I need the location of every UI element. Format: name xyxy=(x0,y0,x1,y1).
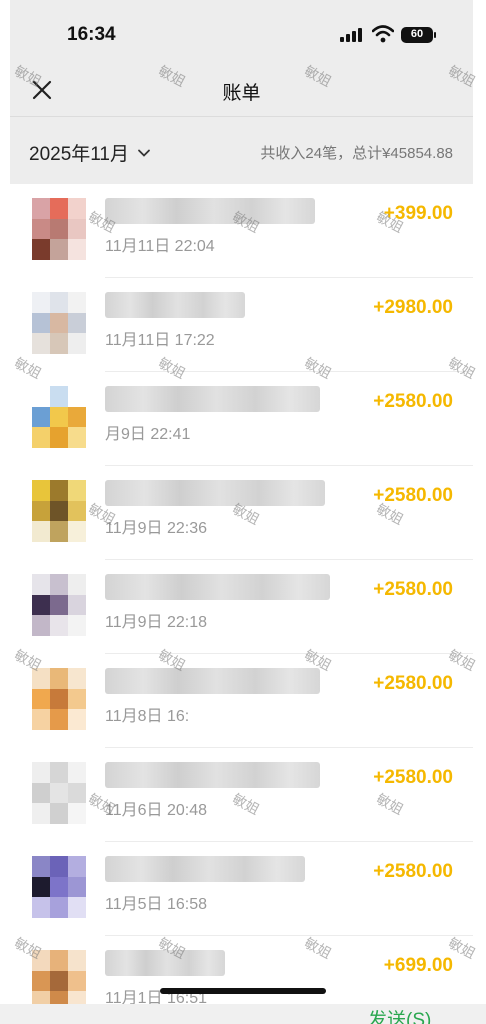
transaction-date: 11月8日 16: xyxy=(105,708,190,725)
battery-tip xyxy=(434,32,436,38)
blurred-title xyxy=(105,574,330,600)
transaction-date: 11月11日 17:22 xyxy=(105,332,215,349)
transaction-amount: +2580.00 xyxy=(373,485,453,506)
avatar xyxy=(32,480,86,542)
month-label: 2025年11月 xyxy=(29,144,129,165)
blurred-title xyxy=(105,950,225,976)
avatar xyxy=(32,386,86,448)
transaction-date: 11月6日 20:48 xyxy=(105,802,207,819)
transaction-amount: +2580.00 xyxy=(373,767,453,788)
transaction-date: 11月9日 22:36 xyxy=(105,520,207,537)
transaction-date: 11月9日 22:18 xyxy=(105,614,207,631)
avatar xyxy=(32,762,86,824)
status-bar: 16:34 60 xyxy=(10,0,473,64)
battery-level: 60 xyxy=(410,28,424,40)
blurred-title xyxy=(105,856,305,882)
transaction-row[interactable]: 11月11日 17:22 +2980.00 xyxy=(10,278,473,372)
transaction-row[interactable]: 月9日 22:41 +2580.00 xyxy=(10,372,473,466)
transaction-amount: +2580.00 xyxy=(373,391,453,412)
transaction-row[interactable]: 11月11日 22:04 +399.00 xyxy=(10,184,473,278)
blurred-title xyxy=(105,668,320,694)
home-indicator[interactable] xyxy=(160,988,326,994)
blurred-title xyxy=(105,198,315,224)
transaction-row[interactable]: 11月6日 20:48 +2580.00 xyxy=(10,748,473,842)
bill-screen: 16:34 60 账单 2025年11月 共收入24笔，总计¥45854.88 … xyxy=(10,0,473,1024)
transaction-amount: +2580.00 xyxy=(373,861,453,882)
status-time: 16:34 xyxy=(67,24,116,45)
avatar xyxy=(32,574,86,636)
blurred-title xyxy=(105,480,325,506)
income-total: 共收入24笔，总计¥45854.88 xyxy=(260,145,453,162)
avatar xyxy=(32,198,86,260)
transaction-row[interactable]: 11月9日 22:36 +2580.00 xyxy=(10,466,473,560)
transaction-amount: +2580.00 xyxy=(373,673,453,694)
transaction-row[interactable]: 11月5日 16:58 +2580.00 xyxy=(10,842,473,936)
avatar xyxy=(32,668,86,730)
battery-icon: 60 xyxy=(401,27,433,43)
transaction-date: 11月11日 22:04 xyxy=(105,238,215,255)
blurred-title xyxy=(105,292,245,318)
transaction-amount: +699.00 xyxy=(383,955,453,976)
transaction-amount: +2580.00 xyxy=(373,579,453,600)
send-button[interactable]: 发送(S) xyxy=(368,1005,431,1024)
transaction-amount: +2980.00 xyxy=(373,297,453,318)
transaction-date: 11月5日 16:58 xyxy=(105,896,207,913)
avatar xyxy=(32,856,86,918)
nav-bar: 账单 xyxy=(10,64,473,116)
wifi-icon xyxy=(372,25,394,43)
month-selector[interactable]: 2025年11月 xyxy=(29,139,151,166)
blurred-title xyxy=(105,386,320,412)
cellular-signal-icon xyxy=(340,28,364,42)
chevron-down-icon xyxy=(138,149,150,157)
transaction-date: 月9日 22:41 xyxy=(105,426,191,443)
avatar xyxy=(32,950,86,1012)
transaction-amount: +399.00 xyxy=(383,203,453,224)
blurred-title xyxy=(105,762,320,788)
transaction-row[interactable]: 11月8日 16: +2580.00 xyxy=(10,654,473,748)
transaction-row[interactable]: 11月9日 22:18 +2580.00 xyxy=(10,560,473,654)
avatar xyxy=(32,292,86,354)
page-title: 账单 xyxy=(222,83,261,104)
summary-bar: 2025年11月 共收入24笔，总计¥45854.88 xyxy=(10,116,473,184)
